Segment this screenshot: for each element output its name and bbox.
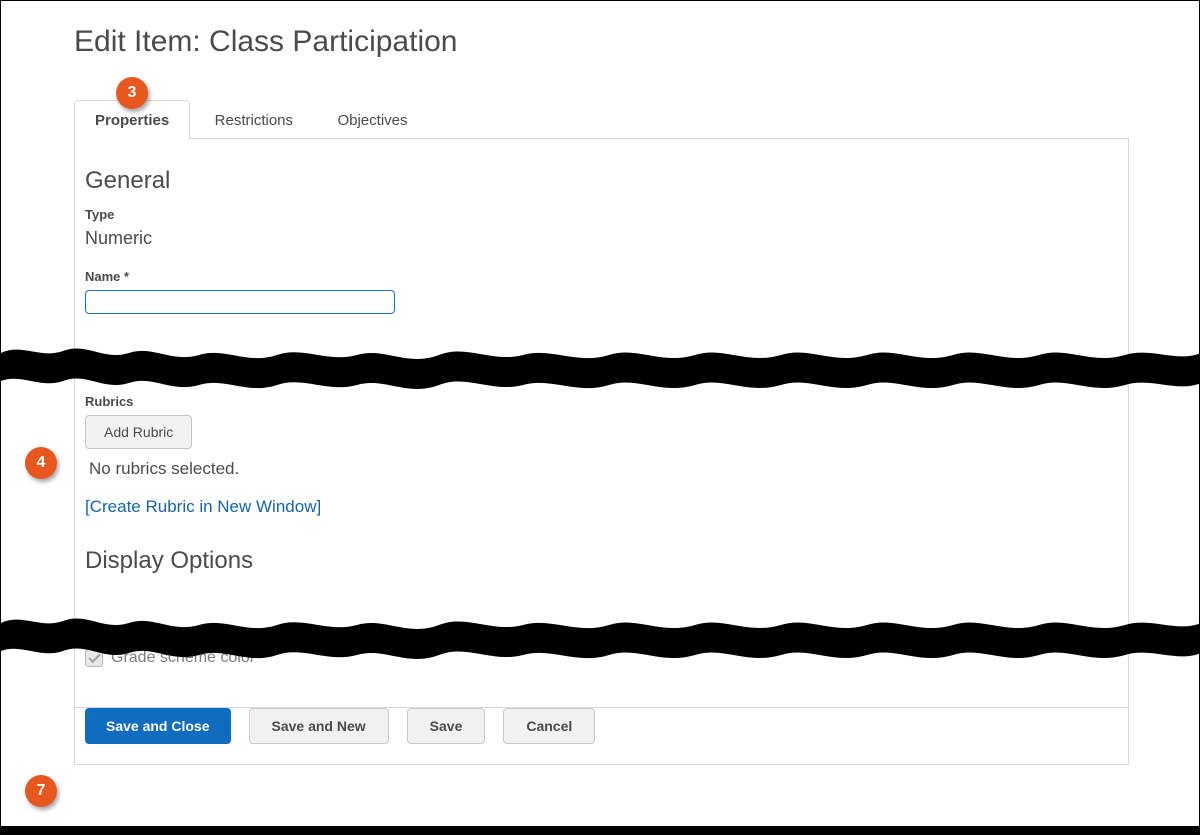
footer: Save and Close Save and New Save Cancel [74, 708, 1129, 765]
section-display-heading: Display Options [85, 547, 1118, 575]
callout-badge-4: 4 [25, 447, 57, 479]
page-root: Edit Item: Class Participation 3 Propert… [1, 1, 1199, 834]
cancel-button[interactable]: Cancel [503, 708, 595, 744]
callout-badge-7: 7 [25, 775, 57, 807]
tab-bar: Properties Restrictions Objectives [74, 99, 1129, 139]
type-label: Type [85, 207, 1118, 222]
window-bottom-shadow [1, 826, 1199, 834]
name-label-text: Name [85, 269, 124, 284]
save-and-new-button[interactable]: Save and New [249, 708, 389, 744]
tab-restrictions[interactable]: Restrictions [195, 101, 313, 141]
rubrics-label: Rubrics [85, 394, 1118, 409]
grade-scheme-color-label: Grade scheme color [111, 649, 255, 667]
name-input[interactable] [85, 290, 395, 314]
grade-scheme-color-checkbox[interactable] [85, 649, 103, 667]
tab-objectives[interactable]: Objectives [317, 101, 427, 141]
create-rubric-link[interactable]: [Create Rubric in New Window] [85, 497, 1118, 517]
callout-badge-3: 3 [116, 77, 148, 109]
save-button[interactable]: Save [407, 708, 486, 744]
save-and-close-button[interactable]: Save and Close [85, 708, 231, 744]
add-rubric-button[interactable]: Add Rubric [85, 415, 192, 449]
type-value: Numeric [85, 228, 1118, 249]
required-marker: * [124, 269, 129, 284]
no-rubrics-text: No rubrics selected. [89, 459, 1118, 479]
properties-panel: General Type Numeric Name * Rubrics Add … [74, 139, 1129, 708]
section-general-heading: General [85, 167, 1118, 195]
name-label: Name * [85, 269, 1118, 284]
page-title: Edit Item: Class Participation [74, 25, 1199, 59]
grade-scheme-color-row: Grade scheme color [85, 649, 1118, 667]
